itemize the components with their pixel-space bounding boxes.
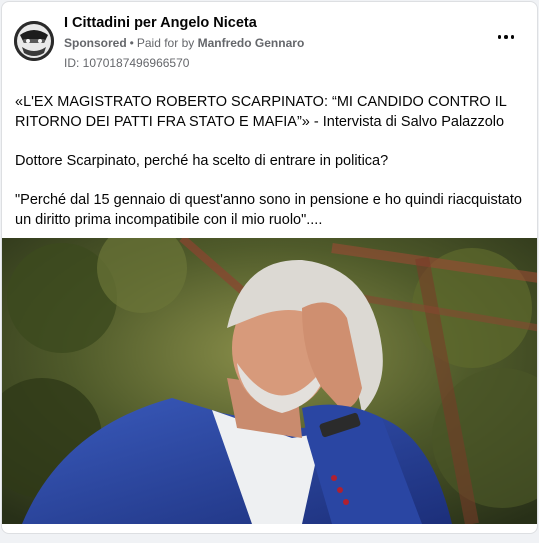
headline-paragraph: «L'EX MAGISTRATO ROBERTO SCARPINATO: “MI… [15, 94, 507, 130]
more-options-icon[interactable] [495, 30, 517, 44]
library-id: ID: 1070187496966570 [64, 56, 190, 70]
ad-header: I Cittadini per Angelo Niceta Sponsored •… [2, 2, 537, 82]
avatar-image [14, 21, 54, 61]
paid-for-label: Paid for by [136, 36, 195, 50]
meta-separator: • [129, 36, 134, 50]
ad-photo[interactable] [2, 238, 537, 524]
payer-name: Manfredo Gennaro [197, 36, 305, 50]
ad-body-text: «L'EX MAGISTRATO ROBERTO SCARPINATO: “MI… [15, 92, 527, 249]
sponsored-label: Sponsored [64, 36, 127, 50]
ad-meta: Sponsored • Paid for by Manfredo Gennaro [64, 36, 304, 50]
answer-paragraph: "Perché dal 15 gennaio di quest'anno son… [15, 192, 522, 228]
page-name-link[interactable]: I Cittadini per Angelo Niceta [64, 15, 257, 31]
ad-card: I Cittadini per Angelo Niceta Sponsored •… [1, 1, 538, 534]
question-paragraph: Dottore Scarpinato, perché ha scelto di … [15, 153, 389, 169]
page-avatar[interactable] [14, 21, 54, 61]
